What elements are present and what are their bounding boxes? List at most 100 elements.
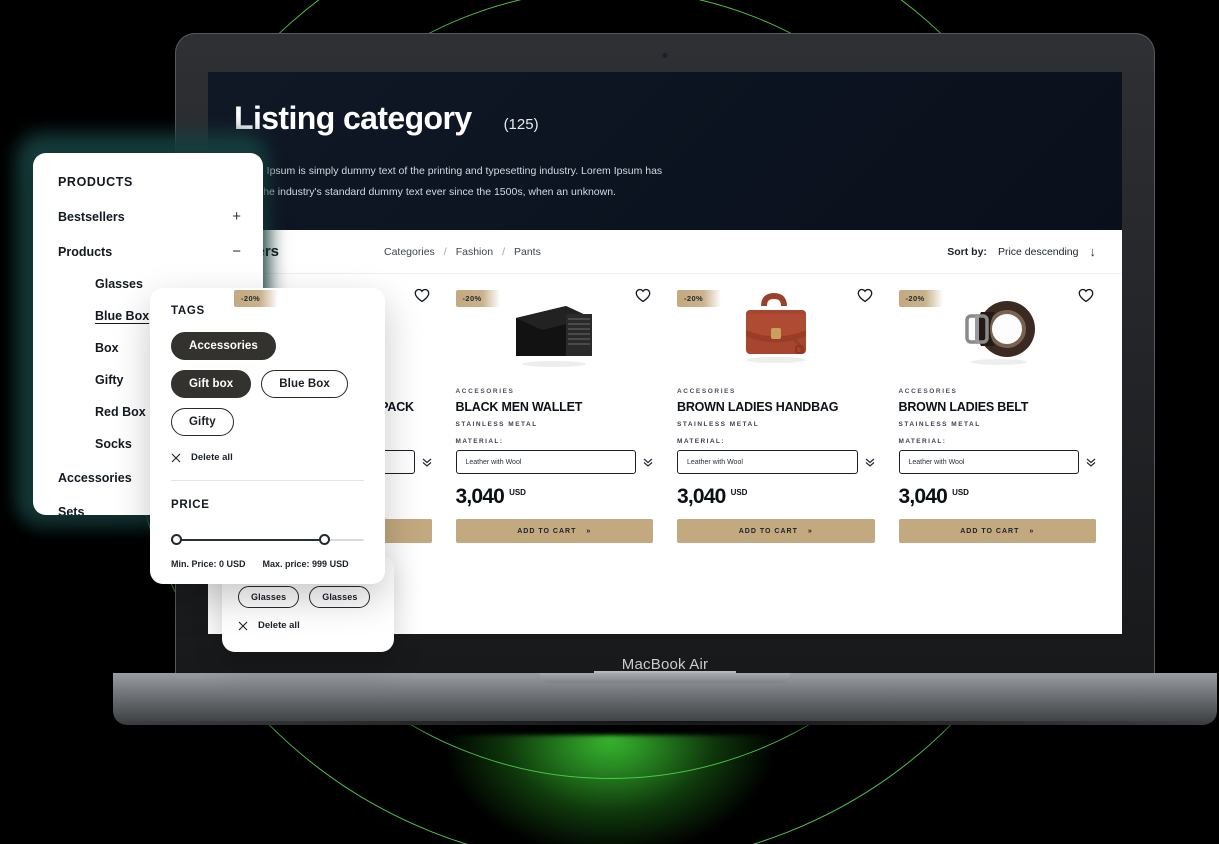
close-icon: [171, 453, 181, 462]
price-currency: USD: [730, 488, 748, 497]
product-price: 3,040 USD: [456, 485, 654, 509]
tag-chip-list: Accessories Gift box Blue Box Gifty: [171, 332, 364, 436]
discount-badge: -20%: [234, 290, 279, 307]
favorite-heart-icon[interactable]: [857, 288, 873, 303]
price-section-title: PRICE: [171, 499, 210, 511]
chevron-right-double-icon: »: [1029, 527, 1035, 535]
product-category: ACCESORIES: [677, 388, 736, 395]
add-to-cart-button[interactable]: ADD TO CART »: [455, 519, 653, 543]
page-title: Listing category: [234, 100, 472, 136]
tag-chip-gifty[interactable]: Gifty: [171, 408, 234, 436]
tag-chip-glasses[interactable]: Glasses: [238, 586, 300, 608]
price-amount: 3,040: [898, 485, 948, 508]
product-image-belt: [965, 301, 1036, 365]
add-to-cart-label: ADD TO CART: [738, 527, 798, 535]
chevron-double-down-icon[interactable]: [422, 456, 432, 468]
product-thumbnail[interactable]: [508, 284, 600, 379]
material-label: MATERIAL:: [455, 438, 504, 445]
webcam-icon: [662, 53, 668, 58]
tags-price-panel: TAGS Accessories Gift box Blue Box Gifty…: [150, 288, 385, 584]
product-thumbnail[interactable]: [951, 284, 1043, 379]
product-name[interactable]: BLACK MEN WALLET: [456, 400, 654, 414]
product-image-briefcase: [745, 292, 806, 363]
price-currency: USD: [509, 488, 526, 497]
panel-divider: [171, 480, 364, 481]
material-select[interactable]: Leather with Wool: [677, 450, 858, 474]
slider-track-fill: [171, 539, 326, 541]
tag-chip-list-secondary: Glasses Glasses: [238, 586, 378, 608]
chevron-double-down-icon[interactable]: [865, 456, 875, 468]
favorite-heart-icon[interactable]: [1078, 288, 1094, 303]
breadcrumb-separator: /: [443, 245, 447, 258]
favorite-heart-icon[interactable]: [635, 288, 651, 303]
close-icon: [238, 621, 248, 630]
breadcrumb-separator: /: [502, 245, 505, 258]
breadcrumb: Categories / Fashion / Pants: [384, 246, 541, 258]
material-select[interactable]: Leather with Wool: [898, 450, 1079, 474]
discount-badge: -20%: [455, 290, 500, 307]
product-category: ACCESORIES: [898, 388, 958, 395]
product-card[interactable]: -20% ACCESORIES BLACK MEN WALLET STAINLE…: [455, 274, 654, 634]
chevron-right-double-icon: »: [586, 527, 592, 535]
chevron-right-double-icon: »: [807, 527, 813, 535]
material-select[interactable]: Leather with Wool: [455, 450, 636, 474]
sort-control[interactable]: Sort by: Price descending ↓: [947, 244, 1096, 259]
add-to-cart-button[interactable]: ADD TO CART »: [898, 519, 1096, 543]
product-card-media: -20%: [677, 284, 875, 379]
add-to-cart-label: ADD TO CART: [960, 527, 1020, 535]
product-material-meta: STAINLESS METAL: [898, 421, 981, 428]
breadcrumb-item-pants[interactable]: Pants: [514, 246, 541, 258]
material-select-row[interactable]: Leather with Wool: [898, 450, 1097, 474]
breadcrumb-item-fashion[interactable]: Fashion: [456, 246, 493, 258]
tag-chip-blue-box[interactable]: Blue Box: [261, 370, 348, 398]
screenshot-stage: Listing category (125) Lorem Ipsum is si…: [0, 0, 1219, 844]
tag-chip-glasses[interactable]: Glasses: [309, 586, 371, 608]
product-image-wallet: [516, 306, 593, 367]
breadcrumb-item-categories[interactable]: Categories: [384, 246, 435, 258]
sidebar-item-products[interactable]: Products −: [58, 244, 241, 259]
add-to-cart-label: ADD TO CART: [517, 527, 577, 535]
price-currency: USD: [952, 488, 969, 497]
price-legend: Min. Price: 0 USD Max. price: 999 USD: [171, 559, 364, 569]
product-price: 3,040 USD: [899, 485, 1097, 509]
plus-icon[interactable]: +: [232, 209, 241, 224]
min-price-label: Min. Price: 0 USD: [171, 559, 246, 569]
product-material-meta: STAINLESS METAL: [677, 421, 760, 428]
material-select-row[interactable]: Leather with Wool: [455, 450, 654, 474]
product-thumbnail[interactable]: [730, 284, 822, 379]
chevron-double-down-icon[interactable]: [643, 456, 653, 468]
sidebar-item-label: Bestsellers: [58, 209, 125, 224]
material-select-row[interactable]: Leather with Wool: [677, 450, 875, 474]
filter-toolbar: Filters Categories / Fashion / Pants Sor…: [208, 230, 1122, 274]
product-card-media: -20%: [455, 284, 654, 379]
add-to-cart-button[interactable]: ADD TO CART »: [677, 519, 875, 543]
delete-all-button-secondary[interactable]: Delete all: [238, 620, 378, 631]
sort-value[interactable]: Price descending: [998, 246, 1079, 258]
max-price-label: Max. price: 999 USD: [262, 559, 349, 569]
slider-knob-max[interactable]: [319, 534, 331, 545]
laptop-base-shadow: [113, 721, 1217, 735]
sort-label: Sort by:: [947, 245, 987, 258]
delete-all-button[interactable]: Delete all: [171, 452, 364, 463]
material-label: MATERIAL:: [677, 438, 725, 445]
product-card[interactable]: -20% ACCESORIES BROWN LADIES HANDBAG STA…: [677, 274, 875, 634]
hero-section: Listing category (125) Lorem Ipsum is si…: [208, 72, 1122, 230]
product-price: 3,040 USD: [677, 485, 875, 509]
slider-knob-min[interactable]: [171, 534, 182, 545]
discount-badge: -20%: [898, 290, 943, 307]
product-card[interactable]: -20% ACCESORIES BROWN LADIES BELT STAINL…: [898, 274, 1097, 634]
sort-direction-icon[interactable]: ↓: [1090, 244, 1097, 259]
product-name[interactable]: BROWN LADIES HANDBAG: [677, 400, 875, 414]
product-name[interactable]: BROWN LADIES BELT: [899, 400, 1097, 414]
green-glow: [444, 735, 775, 844]
delete-all-label: Delete all: [258, 620, 300, 631]
favorite-heart-icon[interactable]: [414, 288, 430, 303]
tag-chip-gift-box[interactable]: Gift box: [171, 370, 252, 398]
chevron-double-down-icon[interactable]: [1086, 456, 1096, 468]
sidebar-item-bestsellers[interactable]: Bestsellers +: [58, 209, 241, 224]
minus-icon[interactable]: −: [232, 244, 241, 259]
price-range-slider[interactable]: [171, 534, 364, 546]
discount-badge: -20%: [677, 290, 722, 307]
tag-chip-accessories[interactable]: Accessories: [171, 332, 276, 360]
price-amount: 3,040: [455, 485, 505, 508]
